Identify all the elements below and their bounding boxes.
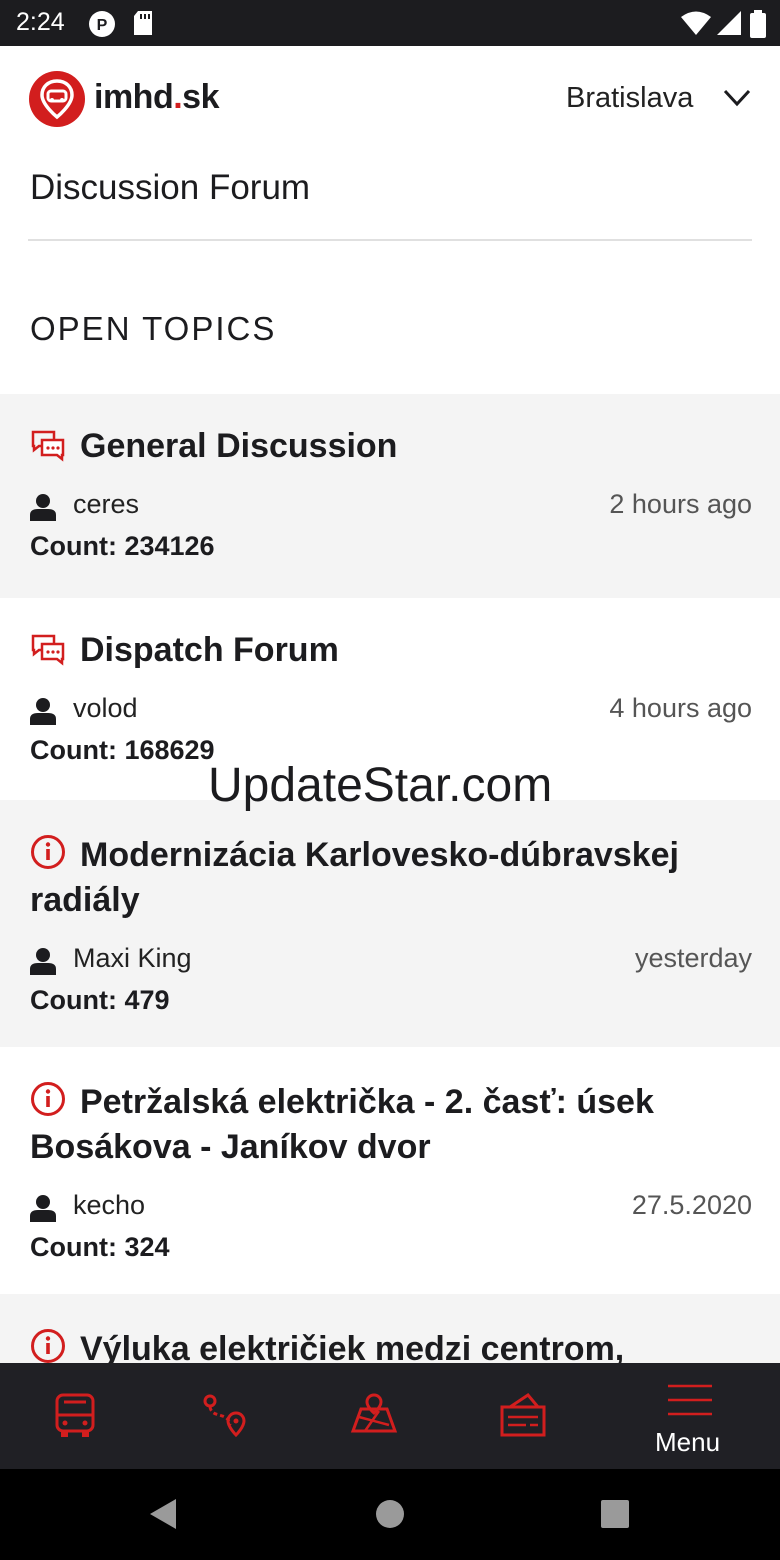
topic-time: yesterday bbox=[634, 943, 752, 973]
topic-meta: volod 4 hours ago bbox=[30, 691, 752, 733]
chat-icon bbox=[31, 430, 65, 462]
topic-time: 2 hours ago bbox=[609, 489, 752, 519]
topic-item[interactable]: Petržalská električka - 2. časť: úsek Bo… bbox=[0, 1047, 780, 1294]
city-selector[interactable]: Bratislava bbox=[566, 82, 693, 115]
topic-item[interactable]: Výluka električiek medzi centrom, bbox=[0, 1294, 780, 1363]
route-icon[interactable] bbox=[200, 1391, 250, 1441]
topic-count: Count: 234126 bbox=[30, 531, 215, 561]
topic-meta: kecho 27.5.2020 bbox=[30, 1188, 752, 1230]
topic-time: 4 hours ago bbox=[609, 693, 752, 723]
status-bar: 2:24 P bbox=[0, 0, 780, 46]
topic-title[interactable]: General Discussion bbox=[80, 424, 397, 469]
ticket-icon[interactable] bbox=[498, 1391, 548, 1441]
menu-button[interactable]: Menu bbox=[640, 1383, 740, 1463]
recents-icon[interactable] bbox=[600, 1497, 630, 1531]
app-header: imhd.sk Bratislava bbox=[0, 46, 780, 156]
topic-item[interactable]: General Discussion ceres 2 hours ago Cou… bbox=[0, 394, 780, 598]
topic-author[interactable]: ceres bbox=[73, 489, 139, 520]
battery-icon bbox=[750, 10, 766, 38]
user-icon bbox=[30, 698, 56, 725]
back-icon[interactable] bbox=[148, 1497, 178, 1531]
notification-icon: P bbox=[89, 11, 115, 37]
topic-title[interactable]: Dispatch Forum bbox=[80, 628, 339, 673]
chevron-down-icon[interactable] bbox=[722, 88, 752, 108]
status-time: 2:24 bbox=[16, 8, 65, 36]
info-icon bbox=[31, 1082, 65, 1116]
svg-text:P: P bbox=[97, 17, 108, 34]
info-icon bbox=[31, 835, 65, 869]
signal-icon bbox=[717, 11, 741, 35]
sd-card-icon bbox=[134, 11, 152, 35]
user-icon bbox=[30, 948, 56, 975]
section-title: OPEN TOPICS bbox=[30, 310, 277, 347]
brand-main: imhd bbox=[94, 78, 174, 116]
bus-icon[interactable] bbox=[50, 1391, 100, 1441]
topic-author[interactable]: kecho bbox=[73, 1190, 145, 1221]
wifi-icon bbox=[681, 11, 711, 35]
topic-count: Count: 479 bbox=[30, 985, 170, 1015]
info-icon bbox=[31, 1329, 65, 1363]
topic-title[interactable]: Modernizácia Karlovesko-dúbravskej radiá… bbox=[30, 836, 679, 919]
user-icon bbox=[30, 494, 56, 521]
page-title: Discussion Forum bbox=[30, 168, 311, 207]
user-icon bbox=[30, 1195, 56, 1222]
topic-meta: Maxi King yesterday bbox=[30, 941, 752, 983]
topic-time: 27.5.2020 bbox=[631, 1190, 752, 1220]
topic-title[interactable]: Petržalská električka - 2. časť: úsek Bo… bbox=[30, 1083, 654, 1166]
app-screen: imhd.sk Bratislava Discussion Forum OPEN… bbox=[0, 46, 780, 1363]
topic-count: Count: 324 bbox=[30, 1232, 170, 1262]
topic-author[interactable]: Maxi King bbox=[73, 943, 192, 974]
watermark-text: UpdateStar.com bbox=[208, 759, 553, 812]
topic-item[interactable]: Modernizácia Karlovesko-dúbravskej radiá… bbox=[0, 800, 780, 1047]
menu-label: Menu bbox=[655, 1427, 721, 1457]
title-divider bbox=[28, 239, 752, 241]
topic-author[interactable]: volod bbox=[73, 693, 138, 724]
topic-meta: ceres 2 hours ago bbox=[30, 487, 752, 529]
hamburger-icon bbox=[668, 1384, 712, 1416]
imhd-logo-icon[interactable] bbox=[28, 70, 86, 128]
chat-icon bbox=[31, 634, 65, 666]
topic-title[interactable]: Výluka električiek medzi centrom, bbox=[80, 1330, 624, 1363]
brand-name[interactable]: imhd.sk bbox=[94, 78, 219, 117]
home-icon[interactable] bbox=[375, 1497, 405, 1531]
brand-dot: . bbox=[173, 78, 183, 116]
brand-tld: sk bbox=[182, 78, 219, 116]
topic-list: General Discussion ceres 2 hours ago Cou… bbox=[0, 394, 780, 1363]
map-icon[interactable] bbox=[349, 1391, 399, 1441]
system-nav-bar bbox=[0, 1469, 780, 1560]
bottom-nav: Menu bbox=[0, 1363, 780, 1469]
